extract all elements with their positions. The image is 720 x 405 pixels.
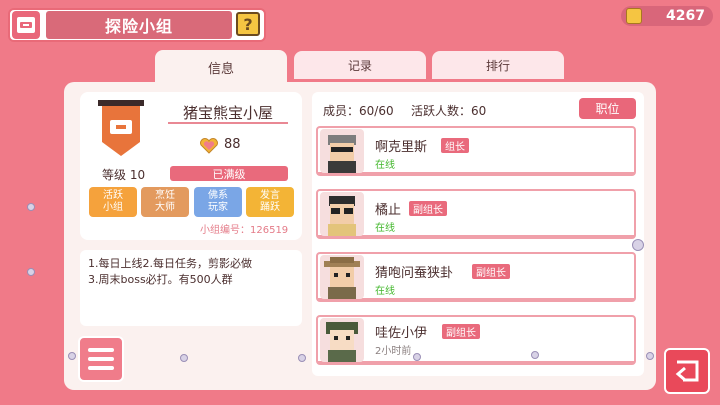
group-tag: 发言 踊跃 [246,187,294,217]
group-notice: 1.每日上线2.每日任务，剪影必做 3.周末boss必打。有500人群 [80,250,302,326]
marker-dot [298,354,306,362]
group-tag: 烹饪 大师 [141,187,189,217]
back-arrow-icon [675,360,699,382]
marker-dot [68,352,76,360]
member-name: 猜咆问蚕狭卦 [375,266,454,281]
marker-dot [413,353,421,361]
avatar [320,129,364,173]
marker-dot [180,354,188,362]
avatar [320,192,364,236]
group-tag: 活跃 小组 [89,187,137,217]
role-badge: 副组长 [472,264,510,279]
member-status: 在线 [375,286,395,297]
marker-dot [27,268,35,276]
tab-ranking[interactable]: 排行 [432,51,564,79]
member-row[interactable] [316,315,636,365]
help-button[interactable]: ? [236,12,260,36]
tab-records[interactable]: 记录 [294,51,426,79]
marker-dot [632,239,644,251]
group-points: 88 [224,137,241,152]
member-row[interactable] [316,126,636,176]
avatar [320,255,364,299]
role-badge: 副组长 [442,324,480,339]
group-emblem-icon [98,100,144,158]
active-count: 活跃人数：60 [411,104,487,118]
member-status: 在线 [375,223,395,234]
group-level: 等级 10 [102,168,146,182]
role-badge: 组长 [441,138,469,153]
group-badge-icon [12,11,40,39]
member-count: 成员：60/60 [323,104,394,118]
member-name: 哇佐小伊 [375,326,428,341]
menu-button[interactable] [78,336,124,382]
member-status: 在线 [375,160,395,171]
member-name: 橘止 [375,203,402,218]
marker-dot [27,203,35,211]
coin-icon [626,8,642,24]
member-status: 2小时前 [375,346,412,357]
heart-points-icon [199,138,219,154]
position-button[interactable]: 职位 [579,98,636,119]
back-button[interactable] [664,348,710,394]
marker-dot [531,351,539,359]
group-id: 小组编号：126519 [200,225,289,236]
page-title: 探险小组 [46,11,232,39]
member-row[interactable] [316,189,636,239]
member-name: 啊克里斯 [375,140,428,155]
marker-dot [646,352,654,360]
menu-icon [88,348,114,352]
avatar [320,318,364,362]
role-badge: 副组长 [409,201,447,216]
group-name: 猪宝熊宝小屋 [168,102,288,124]
notice-line: 1.每日上线2.每日任务，剪影必做 [88,257,252,270]
notice-line: 3.周末boss必打。有500人群 [88,273,233,286]
group-tag: 佛系 玩家 [194,187,242,217]
level-progress-bar: 已满级 [170,166,288,181]
tab-info[interactable]: 信息 [155,50,287,84]
